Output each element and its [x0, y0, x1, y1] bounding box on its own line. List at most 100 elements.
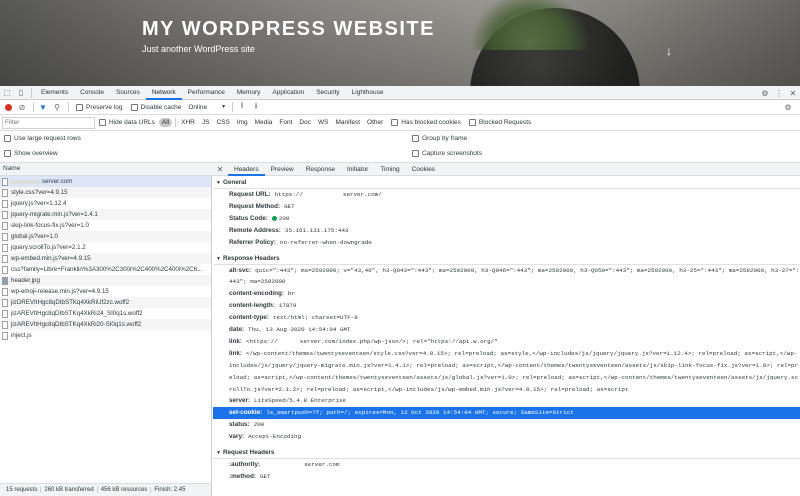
file-icon — [2, 287, 8, 296]
request-row[interactable]: jquery.scrollTo.js?ver=2.1.2 — [0, 242, 211, 253]
record-button[interactable] — [2, 101, 14, 113]
tab-security[interactable]: Security — [310, 86, 345, 100]
file-icon — [2, 221, 8, 230]
request-row[interactable]: global.js?ver=1.0 — [0, 231, 211, 242]
request-row[interactable]: wp-emoji-release.min.js?ver=4.9.15 — [0, 286, 211, 297]
file-icon — [2, 232, 8, 241]
request-row[interactable]: header.jpg — [0, 275, 211, 286]
tab-initiator[interactable]: Initiator — [341, 163, 374, 176]
request-list-header[interactable]: Name — [0, 162, 212, 176]
header-row: link: </wp-content/themes/twentyseventeen… — [229, 349, 799, 393]
request-count: 15 requests — [3, 487, 42, 493]
request-headers-section-header[interactable]: ▼ Request Headers — [213, 447, 800, 460]
show-overview-checkbox[interactable]: Show overview — [4, 150, 58, 157]
has-blocked-cookies-checkbox[interactable]: Has blocked cookies — [391, 119, 461, 126]
finish-time: Finish: 2.45 — [154, 487, 186, 493]
resources-size: 456 kB resources — [98, 487, 152, 493]
tab-performance[interactable]: Performance — [182, 86, 231, 100]
export-har-button[interactable]: ⭳ — [250, 101, 262, 113]
network-settings-button[interactable]: ⚙ — [782, 101, 794, 113]
file-icon — [2, 320, 8, 329]
filter-toggle-button[interactable]: ▼ — [37, 101, 49, 113]
request-row[interactable]: skip-link-focus-fix.js?ver=1.0 — [0, 220, 211, 231]
header-row: :authority: server.com — [229, 461, 340, 469]
tab-elements[interactable]: Elements — [35, 86, 74, 100]
request-row[interactable]: jizAREVItHgc8qDIbSTKq4XkRi20-SI0q1s.woff… — [0, 319, 211, 330]
more-options-icon[interactable]: ⋮ — [772, 86, 786, 100]
tab-network[interactable]: Network — [145, 86, 182, 100]
file-icon — [2, 265, 8, 274]
device-toolbar-icon[interactable]: ▯ — [14, 86, 28, 100]
throttling-select[interactable]: Online ▼ — [185, 104, 229, 111]
settings-gear-icon[interactable]: ⚙ — [758, 86, 772, 100]
file-icon — [2, 243, 8, 252]
close-detail-icon[interactable]: ✕ — [212, 165, 228, 174]
close-devtools-icon[interactable]: ✕ — [786, 86, 800, 100]
filter-type-font[interactable]: Font — [276, 118, 295, 127]
tab-application[interactable]: Application — [266, 86, 310, 100]
header-row: content-length: 17879 — [229, 302, 297, 310]
blocked-requests-checkbox[interactable]: Blocked Requests — [468, 119, 531, 126]
website-header: MY WORDPRESS WEBSITE Just another WordPr… — [0, 0, 800, 86]
tab-sources[interactable]: Sources — [110, 86, 146, 100]
tab-console[interactable]: Console — [74, 86, 110, 100]
filter-type-media[interactable]: Media — [252, 118, 276, 127]
scroll-down-icon[interactable]: ↓ — [666, 44, 672, 58]
request-row[interactable]: css?family=Libre+Franklin%3A300%2C300i%2… — [0, 264, 211, 275]
capture-screenshots-checkbox[interactable]: Capture screenshots — [412, 150, 482, 157]
tab-timing[interactable]: Timing — [374, 163, 405, 176]
tab-cookies[interactable]: Cookies — [406, 163, 441, 176]
filter-type-manifest[interactable]: Manifest — [332, 118, 363, 127]
request-row[interactable]: jquery-migrate.min.js?ver=1.4.1 — [0, 209, 211, 220]
hide-data-urls-checkbox[interactable]: Hide data URLs — [99, 119, 155, 126]
filter-type-all[interactable]: All — [158, 118, 173, 127]
preserve-log-checkbox[interactable]: Preserve log — [76, 103, 123, 111]
response-headers-section-header[interactable]: ▼ Response Headers — [213, 253, 800, 265]
filter-type-img[interactable]: Img — [234, 118, 251, 127]
triangle-down-icon: ▼ — [216, 450, 221, 457]
devtools-tabbar: ⬚ ▯ Elements Console Sources Network Per… — [0, 86, 800, 100]
group-by-frame-checkbox[interactable]: Group by frame — [412, 135, 467, 142]
site-title[interactable]: MY WORDPRESS WEBSITE — [142, 18, 435, 41]
tab-preview[interactable]: Preview — [265, 163, 300, 176]
header-row: Request URL: https://server.com/ — [229, 191, 382, 198]
large-rows-checkbox[interactable]: Use large request rows — [4, 135, 81, 142]
options-row-2: Show overview Capture screenshots — [0, 146, 800, 161]
general-section-header[interactable]: ▼ General — [213, 177, 800, 189]
filter-type-doc[interactable]: Doc — [296, 118, 314, 127]
request-row[interactable]: jizDREVItHgc8qDIbSTKq4XkRiUf2zc.woff2 — [0, 297, 211, 308]
triangle-down-icon: ▼ — [216, 255, 221, 262]
request-row[interactable]: wp-embed.min.js?ver=4.9.15 — [0, 253, 211, 264]
search-button[interactable]: ⚲ — [51, 101, 63, 113]
site-description: Just another WordPress site — [142, 44, 255, 54]
filter-input[interactable]: Filter — [2, 116, 95, 129]
header-row-selected[interactable]: set-cookie: ls_smartpush=7f; path=/; expi… — [213, 407, 800, 420]
disable-cache-checkbox[interactable]: Disable cache — [130, 103, 181, 111]
filter-type-css[interactable]: CSS — [213, 118, 232, 127]
header-row: vary: Accept-Encoding — [229, 433, 302, 441]
request-row[interactable]: style.css?ver=4.9.15 — [0, 187, 211, 198]
import-har-button[interactable]: ⭱ — [236, 101, 248, 113]
filter-type-js[interactable]: JS — [199, 118, 213, 127]
record-icon — [4, 103, 12, 111]
file-icon — [2, 331, 8, 340]
filter-type-xhr[interactable]: XHR — [178, 118, 198, 127]
transferred-size: 260 kB transferred — [41, 487, 98, 493]
clear-icon: ⊘ — [18, 102, 26, 112]
search-icon: ⚲ — [54, 102, 60, 112]
tab-headers[interactable]: Headers — [228, 163, 265, 176]
header-row: Request Method: GET — [229, 202, 295, 210]
filter-type-other[interactable]: Other — [364, 118, 386, 127]
network-toolbar: ⊘ ▼ ⚲ Preserve log Disable cache Online ▼… — [0, 100, 800, 115]
request-row[interactable]: server.com — [0, 176, 211, 187]
tab-lighthouse[interactable]: Lighthouse — [346, 86, 390, 100]
inspect-element-icon[interactable]: ⬚ — [0, 86, 14, 100]
settings-gear-icon: ⚙ — [784, 102, 792, 112]
clear-button[interactable]: ⊘ — [16, 101, 28, 113]
tab-response[interactable]: Response — [300, 163, 341, 176]
request-row[interactable]: jquery.js?ver=1.12.4 — [0, 198, 211, 209]
request-row[interactable]: jizAREVItHgc8qDIbSTKq4XkRi24_SI0q1s.woff… — [0, 308, 211, 319]
filter-type-ws[interactable]: WS — [315, 118, 331, 127]
tab-memory[interactable]: Memory — [231, 86, 266, 100]
request-row[interactable]: inject.js — [0, 330, 211, 341]
